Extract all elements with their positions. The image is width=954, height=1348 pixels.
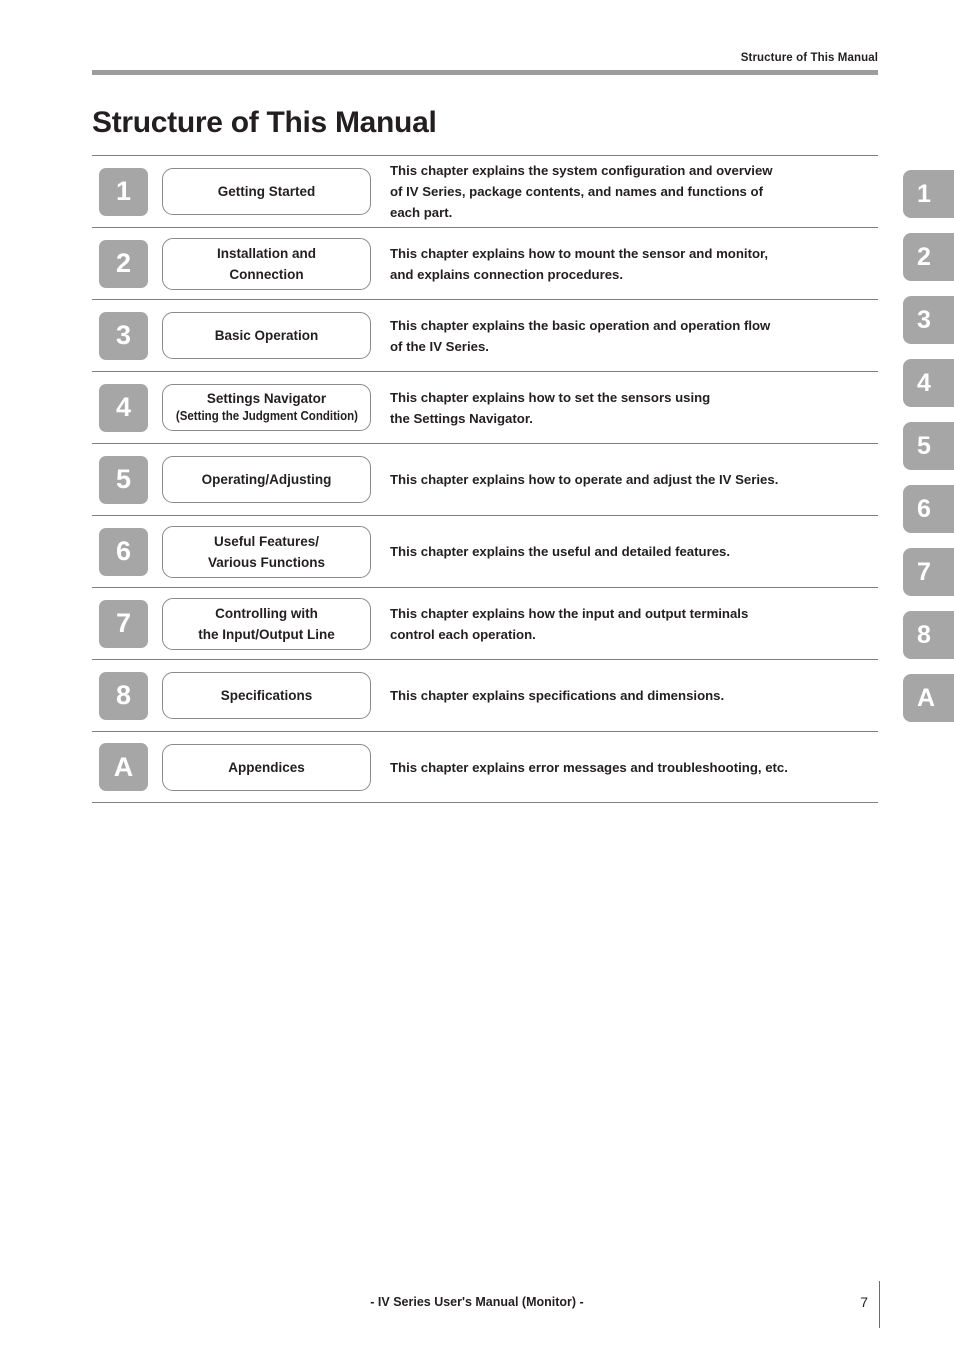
- side-tab-5[interactable]: 5: [903, 422, 954, 470]
- chapter-number-badge: 2: [99, 239, 148, 288]
- chapter-title-line: Installation and: [216, 245, 316, 261]
- chapter-description-line: of the IV Series.: [390, 338, 489, 354]
- chapter-description-line: and explains connection procedures.: [390, 266, 624, 282]
- side-tab-4[interactable]: 4: [903, 359, 954, 407]
- side-tab-3[interactable]: 3: [903, 296, 954, 344]
- chapter-title-box[interactable]: Specifications: [162, 672, 371, 719]
- side-tab-6[interactable]: 6: [903, 485, 954, 533]
- chapter-row: 4 Settings Navigator (Setting the Judgment…: [92, 371, 878, 443]
- chapter-description: This chapter explains the basic operatio…: [390, 315, 878, 357]
- chapter-description-line: This chapter explains error messages and…: [390, 759, 788, 775]
- chapter-description-line: This chapter explains the useful and det…: [390, 544, 731, 559]
- chapter-title-box[interactable]: Getting Started: [162, 168, 371, 215]
- chapter-description-line: This chapter explains how to mount the s…: [390, 245, 769, 261]
- chapter-description: This chapter explains the system configu…: [390, 160, 878, 223]
- chapter-number-badge: 6: [99, 527, 148, 576]
- chapter-title-line: Useful Features/: [213, 533, 320, 549]
- chapter-number-badge: 8: [99, 671, 148, 720]
- chapter-description-line: This chapter explains how to set the sen…: [390, 389, 711, 405]
- chapter-number-badge: A: [99, 743, 148, 791]
- chapter-description: This chapter explains specifications and…: [390, 685, 878, 706]
- chapter-title-line: Various Functions: [207, 554, 326, 570]
- chapter-row: A Appendices This chapter explains error m…: [92, 731, 878, 803]
- chapter-description: This chapter explains error messages and…: [390, 757, 878, 778]
- chapter-row: 6 Useful Features/Various Functions This c…: [92, 515, 878, 587]
- chapter-row: 5 Operating/Adjusting This chapter explain…: [92, 443, 878, 515]
- side-tab-8[interactable]: 8: [903, 611, 954, 659]
- chapter-title-box[interactable]: Appendices: [162, 743, 371, 791]
- chapter-title-line: Operating/Adjusting: [201, 472, 332, 487]
- chapter-title-line: the Input/Output Line: [198, 626, 335, 642]
- chapter-number-badge: 1: [99, 167, 148, 216]
- chapter-number-badge: 3: [99, 311, 148, 360]
- chapter-description: This chapter explains how to set the sen…: [390, 387, 878, 429]
- chapter-description: This chapter explains how to operate and…: [390, 469, 878, 490]
- chapter-title-box[interactable]: Controlling with the Input/Output Line: [162, 597, 371, 650]
- chapter-description: This chapter explains how the input and …: [390, 603, 878, 645]
- chapter-structure-table: 1 Getting Started This chapter explains th…: [92, 155, 878, 803]
- chapter-title-box[interactable]: Operating/Adjusting: [162, 456, 371, 503]
- side-tab-1[interactable]: 1: [903, 170, 954, 218]
- chapter-row: 3 Basic Operation This chapter explains th…: [92, 299, 878, 371]
- chapter-description-line: This chapter explains the basic operatio…: [390, 317, 771, 333]
- chapter-title-line: Connection: [229, 266, 304, 282]
- chapter-description-line: This chapter explains the system configu…: [390, 163, 773, 178]
- chapter-row: 1 Getting Started This chapter explains th…: [92, 155, 878, 227]
- page-title: Structure of This Manual: [92, 106, 437, 140]
- side-tab-2[interactable]: 2: [903, 233, 954, 281]
- chapter-description-line: each part.: [390, 205, 453, 220]
- side-tab-a[interactable]: A: [903, 674, 954, 722]
- chapter-description-line: control each operation.: [390, 626, 536, 642]
- chapter-title-box[interactable]: Installation and Connection: [162, 237, 371, 290]
- chapter-row: 8 Specifications This chapter explains spe…: [92, 659, 878, 731]
- chapter-title-box[interactable]: Useful Features/Various Functions: [162, 525, 371, 578]
- chapter-number-badge: 7: [99, 599, 148, 648]
- footer-manual-title: - IV Series User's Manual (Monitor) -: [370, 1295, 584, 1309]
- chapter-title-box[interactable]: Basic Operation: [162, 312, 371, 359]
- chapter-description-line: the Settings Navigator.: [390, 410, 533, 426]
- header-rule: [92, 70, 878, 75]
- running-header: Structure of This Manual: [740, 52, 878, 64]
- chapter-title-box[interactable]: Settings Navigator (Setting the Judgment …: [162, 384, 371, 431]
- chapter-description-line: of IV Series, package contents, and name…: [390, 184, 763, 199]
- chapter-description: This chapter explains how to mount the s…: [390, 243, 878, 285]
- chapter-title-line: Appendices: [228, 759, 305, 775]
- chapter-subtitle: (Setting the Judgment Condition): [175, 409, 358, 423]
- side-tab-strip: 1 2 3 4 5 6 7 8 A: [903, 170, 954, 737]
- chapter-number-badge: 4: [99, 383, 148, 432]
- chapter-title-line: Basic Operation: [214, 328, 319, 343]
- footer-vertical-rule: [879, 1281, 880, 1328]
- chapter-title-line: Settings Navigator: [206, 391, 327, 406]
- chapter-description-line: This chapter explains how the input and …: [390, 605, 749, 621]
- chapter-number-badge: 5: [99, 455, 148, 504]
- chapter-description: This chapter explains the useful and det…: [390, 541, 878, 562]
- chapter-row: 7 Controlling with the Input/Output Line Th…: [92, 587, 878, 659]
- chapter-description-line: This chapter explains specifications and…: [390, 688, 725, 703]
- chapter-description-line: This chapter explains how to operate and…: [390, 472, 779, 487]
- side-tab-7[interactable]: 7: [903, 548, 954, 596]
- chapter-title-line: Controlling with: [215, 605, 318, 621]
- chapter-title-line: Getting Started: [217, 184, 316, 199]
- chapter-title-line: Specifications: [220, 688, 313, 703]
- footer-page-number: 7: [860, 1294, 868, 1310]
- chapter-row: 2 Installation and Connection This chapter …: [92, 227, 878, 299]
